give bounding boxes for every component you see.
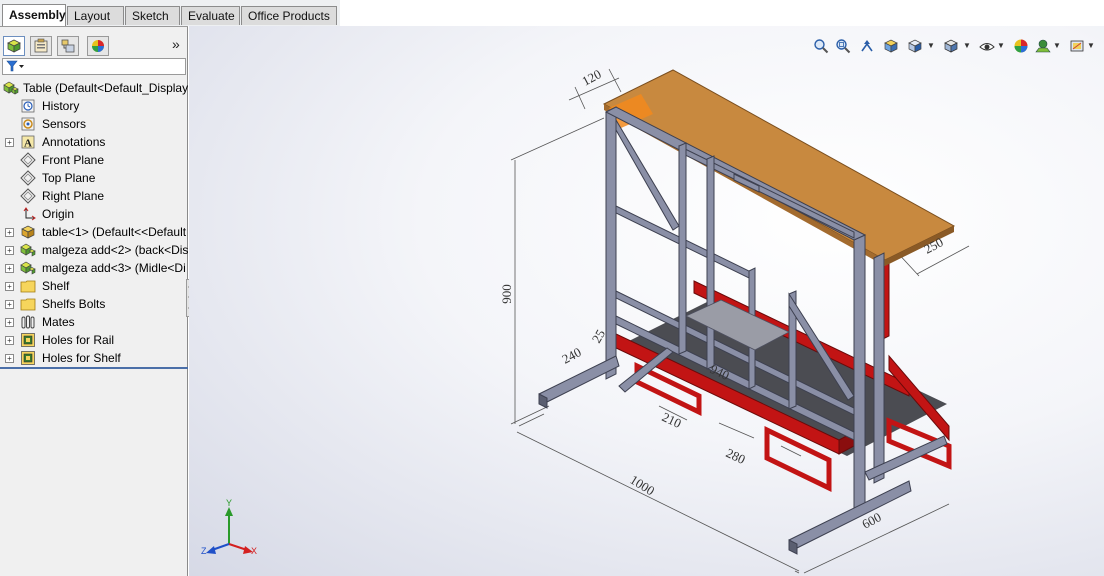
- tree-item-shelf[interactable]: + Shelf: [0, 277, 188, 295]
- tree-item-malgeza-add-2[interactable]: + malgeza add<2> (back<Dis: [0, 241, 188, 259]
- property-manager-icon[interactable]: [30, 36, 52, 56]
- tree-filter-input[interactable]: [2, 58, 186, 75]
- triad-x-label: X: [251, 546, 257, 556]
- tree-item-label: malgeza add<2> (back<Dis: [42, 243, 188, 257]
- tree-item-mates[interactable]: + Mates: [0, 313, 188, 331]
- tree-item-label: Mates: [42, 315, 75, 329]
- configuration-manager-icon[interactable]: [57, 36, 79, 56]
- subassembly-icon: [20, 242, 36, 258]
- triad-z-label: Z: [201, 546, 207, 556]
- expand-toggle[interactable]: +: [5, 300, 14, 309]
- tree-item-history[interactable]: History: [0, 97, 188, 115]
- annotations-icon: A: [20, 134, 36, 150]
- tree-item-label: malgeza add<3> (Midle<Di: [42, 261, 186, 275]
- tree-root-label: Table (Default<Default_Display: [23, 81, 188, 95]
- tree-item-label: Origin: [42, 207, 75, 221]
- plane-icon: [20, 152, 36, 168]
- dimension-280[interactable]: 280: [724, 445, 748, 467]
- tree-item-shelfs-bolts[interactable]: + Shelfs Bolts: [0, 295, 188, 313]
- appearance-manager-icon[interactable]: [87, 36, 109, 56]
- history-icon: [20, 98, 36, 114]
- tree-item-label: Shelf: [42, 279, 70, 293]
- tree-item-holes-for-shelf[interactable]: + Holes for Shelf: [0, 349, 188, 367]
- tree-item-label: Front Plane: [42, 153, 105, 167]
- hole-series-icon: [20, 332, 36, 348]
- origin-icon: [20, 206, 36, 222]
- expand-toggle[interactable]: +: [5, 318, 14, 327]
- triad-y-label: Y: [226, 498, 232, 508]
- dimension-120[interactable]: 120: [579, 66, 603, 88]
- feature-manager-panel: » Table (Default<Default_Display History…: [0, 26, 188, 576]
- svg-text:A: A: [24, 138, 32, 150]
- expand-toggle[interactable]: +: [5, 246, 14, 255]
- part-icon: [20, 224, 36, 240]
- tree-item-label: Annotations: [42, 135, 106, 149]
- expand-toggle[interactable]: +: [5, 354, 14, 363]
- tree-item-label: Top Plane: [42, 171, 96, 185]
- tree-item-label: Sensors: [42, 117, 87, 131]
- tree-item-sensors[interactable]: Sensors: [0, 115, 188, 133]
- tree-item-origin[interactable]: Origin: [0, 205, 188, 223]
- tree-item-label: Holes for Rail: [42, 333, 115, 347]
- tree-item-annotations[interactable]: + A Annotations: [0, 133, 188, 151]
- tree-item-table-part[interactable]: + table<1> (Default<<Default: [0, 223, 188, 241]
- expand-toggle[interactable]: +: [5, 228, 14, 237]
- mates-icon: [20, 314, 36, 330]
- tab-evaluate[interactable]: Evaluate: [181, 6, 240, 25]
- plane-icon: [20, 170, 36, 186]
- expand-toggle[interactable]: +: [5, 282, 14, 291]
- tree-item-label: History: [42, 99, 80, 113]
- tab-assembly[interactable]: Assembly: [2, 4, 66, 26]
- tree-root-item[interactable]: Table (Default<Default_Display: [0, 79, 188, 97]
- expand-toggle[interactable]: +: [5, 138, 14, 147]
- dimension-900[interactable]: 900: [499, 284, 514, 304]
- tree-item-front-plane[interactable]: Front Plane: [0, 151, 188, 169]
- expand-panel-icon[interactable]: »: [172, 36, 180, 52]
- tab-sketch[interactable]: Sketch: [125, 6, 180, 25]
- dimension-25[interactable]: 25: [589, 327, 608, 346]
- folder-icon: [20, 278, 36, 294]
- dimension-1000[interactable]: 1000: [627, 472, 657, 498]
- subassembly-icon: [20, 260, 36, 276]
- expand-toggle[interactable]: +: [5, 264, 14, 273]
- wooden-tabletop: [602, 69, 956, 266]
- expand-toggle[interactable]: +: [5, 336, 14, 345]
- command-manager-tabs: Assembly Layout Sketch Evaluate Office P…: [0, 0, 340, 26]
- reference-triad: Y X Z: [201, 498, 257, 556]
- tab-office-products[interactable]: Office Products: [241, 6, 337, 25]
- dimension-210[interactable]: 210: [660, 409, 684, 431]
- assembly-model-view[interactable]: 120 900 250 240 25 940 210 280 1000 600 …: [189, 26, 1104, 576]
- tree-item-holes-for-rail[interactable]: + Holes for Rail: [0, 331, 188, 349]
- tree-item-label: table<1> (Default<<Default: [42, 225, 187, 239]
- tab-layout[interactable]: Layout: [67, 6, 124, 25]
- tree-item-label: Right Plane: [42, 189, 105, 203]
- hole-series-icon: [20, 350, 36, 366]
- tree-item-label: Shelfs Bolts: [42, 297, 106, 311]
- feature-tree: Table (Default<Default_Display History S…: [0, 79, 188, 367]
- tree-item-label: Holes for Shelf: [42, 351, 121, 365]
- rollback-bar[interactable]: [0, 367, 188, 369]
- folder-icon: [20, 296, 36, 312]
- feature-manager-icon[interactable]: [3, 36, 25, 56]
- tree-item-malgeza-add-3[interactable]: + malgeza add<3> (Midle<Di: [0, 259, 188, 277]
- tree-item-top-plane[interactable]: Top Plane: [0, 169, 188, 187]
- graphics-viewport[interactable]: ▼ ▼ ▼ ▼ ▼ 120 900 250 240 25 940 210 280…: [189, 26, 1104, 576]
- filter-icon[interactable]: [6, 60, 26, 76]
- plane-icon: [20, 188, 36, 204]
- assembly-icon: [3, 80, 19, 96]
- sensors-icon: [20, 116, 36, 132]
- dimension-240[interactable]: 240: [559, 344, 583, 366]
- tree-item-right-plane[interactable]: Right Plane: [0, 187, 188, 205]
